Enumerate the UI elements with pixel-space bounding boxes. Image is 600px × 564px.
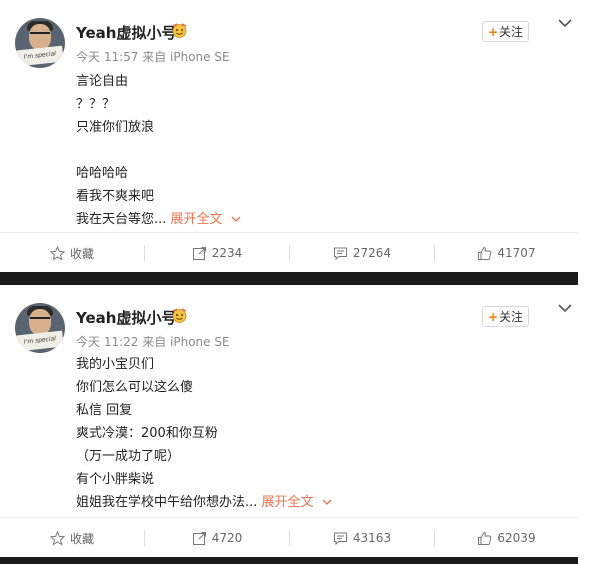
post-line: 爽式冷漠：200和你互粉 — [76, 426, 218, 441]
repost-button[interactable]: 4720 — [145, 518, 289, 558]
favorite-label: 收藏 — [69, 531, 94, 546]
favorite-button[interactable]: 收藏 — [0, 233, 144, 273]
comment-count: 27264 — [352, 246, 392, 260]
post-card: I'm special Yeah虚拟小号 今天 11:22 来自 iPhone … — [0, 285, 578, 557]
post-line: 你们怎么可以这么傻 — [76, 380, 194, 395]
follow-button[interactable]: +关注 — [482, 21, 529, 42]
chevron-down-icon[interactable] — [558, 18, 572, 28]
post-meta: 今天 11:57 来自 iPhone SE — [76, 50, 230, 64]
post-last-line: 姐姐我在学校中午给你想办法... 展开全文 — [76, 491, 332, 510]
username[interactable]: Yeah虚拟小号 — [76, 22, 176, 43]
divider — [0, 557, 578, 564]
action-bar: 收藏 4720 43163 62039 — [0, 517, 578, 558]
star-icon — [49, 245, 65, 261]
divider — [0, 272, 578, 285]
repost-icon — [192, 246, 206, 260]
post-line: 姐姐我在学校中午给你想办法... — [76, 495, 258, 510]
post-line: ？？？ — [76, 97, 116, 112]
follow-button[interactable]: +关注 — [482, 306, 529, 327]
favorite-label: 收藏 — [69, 246, 94, 261]
thumbs-up-icon — [478, 246, 492, 260]
post-line: 言论自由 — [76, 74, 129, 89]
post-card: I'm special Yeah虚拟小号 今天 11:57 来自 iPhone … — [0, 0, 578, 272]
post-line: 哈哈哈哈 — [76, 166, 129, 181]
post-line: 我的小宝贝们 — [76, 357, 155, 372]
avatar[interactable]: I'm special — [15, 18, 65, 68]
action-bar: 收藏 2234 27264 41707 — [0, 232, 578, 273]
thumbs-up-icon — [478, 531, 492, 545]
post-line: （万一成功了呢） — [76, 449, 181, 464]
post-line: 只准你们放浪 — [76, 120, 155, 135]
emoji-icon — [172, 23, 187, 38]
repost-count: 2234 — [211, 246, 243, 260]
follow-label: 关注 — [499, 25, 524, 39]
expand-full-text-link[interactable]: 展开全文 — [262, 495, 332, 510]
expand-label: 展开全文 — [261, 495, 314, 510]
like-button[interactable]: 62039 — [435, 518, 578, 558]
username[interactable]: Yeah虚拟小号 — [76, 307, 176, 328]
comment-button[interactable]: 43163 — [290, 518, 434, 558]
post-line: 看我不爽来吧 — [76, 189, 155, 204]
emoji-icon — [172, 308, 187, 323]
post-meta: 今天 11:22 来自 iPhone SE — [76, 335, 230, 349]
like-count: 41707 — [497, 246, 536, 260]
repost-button[interactable]: 2234 — [145, 233, 289, 273]
avatar[interactable]: I'm special — [15, 303, 65, 353]
chevron-down-icon[interactable] — [558, 303, 572, 313]
expand-full-text-link[interactable]: 展开全文 — [171, 212, 241, 227]
post-line: 有个小胖柴说 — [76, 472, 155, 487]
like-count: 62039 — [497, 531, 536, 545]
chevron-down-icon — [322, 499, 332, 505]
like-button[interactable]: 41707 — [435, 233, 578, 273]
repost-count: 4720 — [211, 531, 243, 545]
post-line: 私信 回复 — [76, 403, 133, 418]
post-line: 我在天台等您... — [76, 212, 167, 227]
comment-icon — [333, 247, 347, 260]
repost-icon — [192, 531, 206, 545]
comment-button[interactable]: 27264 — [290, 233, 434, 273]
star-icon — [49, 530, 65, 546]
comment-icon — [333, 532, 347, 545]
post-last-line: 我在天台等您... 展开全文 — [76, 208, 241, 227]
chevron-down-icon — [231, 216, 241, 222]
comment-count: 43163 — [352, 531, 392, 545]
follow-label: 关注 — [499, 310, 524, 324]
expand-label: 展开全文 — [170, 212, 223, 227]
favorite-button[interactable]: 收藏 — [0, 518, 144, 558]
